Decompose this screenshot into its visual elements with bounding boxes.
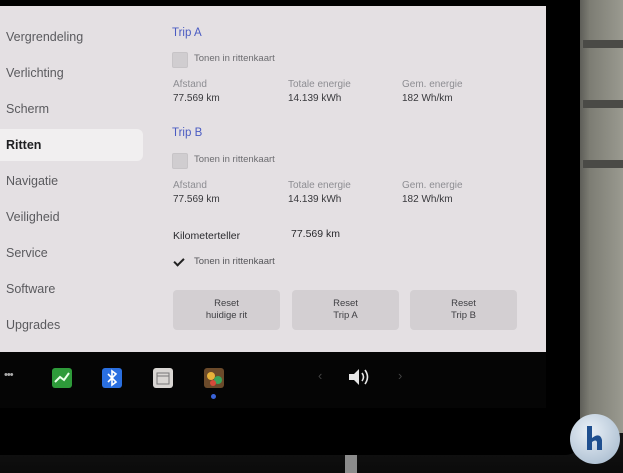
- active-app-indicator: [211, 394, 216, 399]
- trip-b-avg-energy-value: 182 Wh/km: [402, 194, 453, 205]
- sidebar-item-veiligheid[interactable]: Veiligheid: [0, 201, 143, 233]
- trip-a-checkbox[interactable]: [172, 52, 188, 68]
- trip-a-avg-energy-label: Gem. energie: [402, 79, 463, 90]
- reset-trip-b-button[interactable]: Reset Trip B: [410, 290, 517, 330]
- more-dots-icon[interactable]: •••: [4, 369, 14, 381]
- sidebar-item-navigatie[interactable]: Navigatie: [0, 165, 143, 197]
- trip-a-title: Trip A: [172, 27, 202, 39]
- trip-a-total-energy-label: Totale energie: [288, 79, 351, 90]
- chevron-left-icon[interactable]: ‹: [318, 368, 322, 383]
- trip-a-distance-value: 77.569 km: [173, 93, 220, 104]
- settings-sidebar: Vergrendeling Verlichting Scherm Ritten …: [0, 6, 150, 352]
- calendar-icon[interactable]: [153, 368, 173, 388]
- odometer-checkbox-label: Tonen in rittenkaart: [194, 256, 275, 267]
- sidebar-item-upgrades[interactable]: Upgrades: [0, 309, 143, 341]
- trip-a-avg-energy-value: 182 Wh/km: [402, 93, 453, 104]
- trip-b-avg-energy-label: Gem. energie: [402, 180, 463, 191]
- trip-a-distance-label: Afstand: [173, 79, 207, 90]
- trip-b-total-energy-label: Totale energie: [288, 180, 351, 191]
- trip-b-distance-label: Afstand: [173, 180, 207, 191]
- reset-trip-b-line2: Trip B: [451, 310, 476, 321]
- trips-page: Trip A Tonen in rittenkaart Afstand 77.5…: [150, 6, 546, 352]
- trip-b-checkbox[interactable]: [172, 153, 188, 169]
- sidebar-item-ritten[interactable]: Ritten: [0, 129, 143, 161]
- reset-trip-a-line2: Trip A: [333, 310, 358, 321]
- toybox-icon[interactable]: [204, 368, 224, 388]
- touchscreen: Vergrendeling Verlichting Scherm Ritten …: [0, 0, 580, 455]
- trip-a-checkbox-label: Tonen in rittenkaart: [194, 53, 275, 64]
- sidebar-item-scherm[interactable]: Scherm: [0, 93, 143, 125]
- settings-panel: Vergrendeling Verlichting Scherm Ritten …: [0, 6, 546, 352]
- odometer-value: 77.569 km: [291, 228, 341, 240]
- sidebar-item-software[interactable]: Software: [0, 273, 143, 305]
- reset-trip-b-line1: Reset: [451, 298, 476, 309]
- odometer-label: Kilometerteller: [173, 230, 241, 242]
- reset-trip-a-line1: Reset: [333, 298, 358, 309]
- sidebar-item-vergrendeling[interactable]: Vergrendeling: [0, 21, 143, 53]
- energy-graph-icon[interactable]: [52, 368, 72, 388]
- trip-a-total-energy-value: 14.139 kWh: [288, 93, 342, 104]
- watermark-logo: [570, 414, 620, 464]
- sidebar-item-service[interactable]: Service: [0, 237, 143, 269]
- reset-trip-a-button[interactable]: Reset Trip A: [292, 290, 399, 330]
- bluetooth-icon[interactable]: [102, 368, 122, 388]
- trip-b-distance-value: 77.569 km: [173, 194, 220, 205]
- trip-b-title: Trip B: [172, 127, 203, 139]
- odometer-checkbox[interactable]: [172, 255, 186, 269]
- chevron-right-icon[interactable]: ›: [398, 368, 402, 383]
- reset-current-trip-button[interactable]: Reset huidige rit: [173, 290, 280, 330]
- trip-b-checkbox-label: Tonen in rittenkaart: [194, 154, 275, 165]
- reset-current-trip-line2: huidige rit: [205, 310, 248, 321]
- reset-current-trip-line1: Reset: [214, 298, 239, 309]
- taskbar: ••• ‹ ›: [0, 352, 546, 408]
- sidebar-item-verlichting[interactable]: Verlichting: [0, 57, 143, 89]
- trip-b-total-energy-value: 14.139 kWh: [288, 194, 342, 205]
- volume-icon[interactable]: [347, 366, 373, 393]
